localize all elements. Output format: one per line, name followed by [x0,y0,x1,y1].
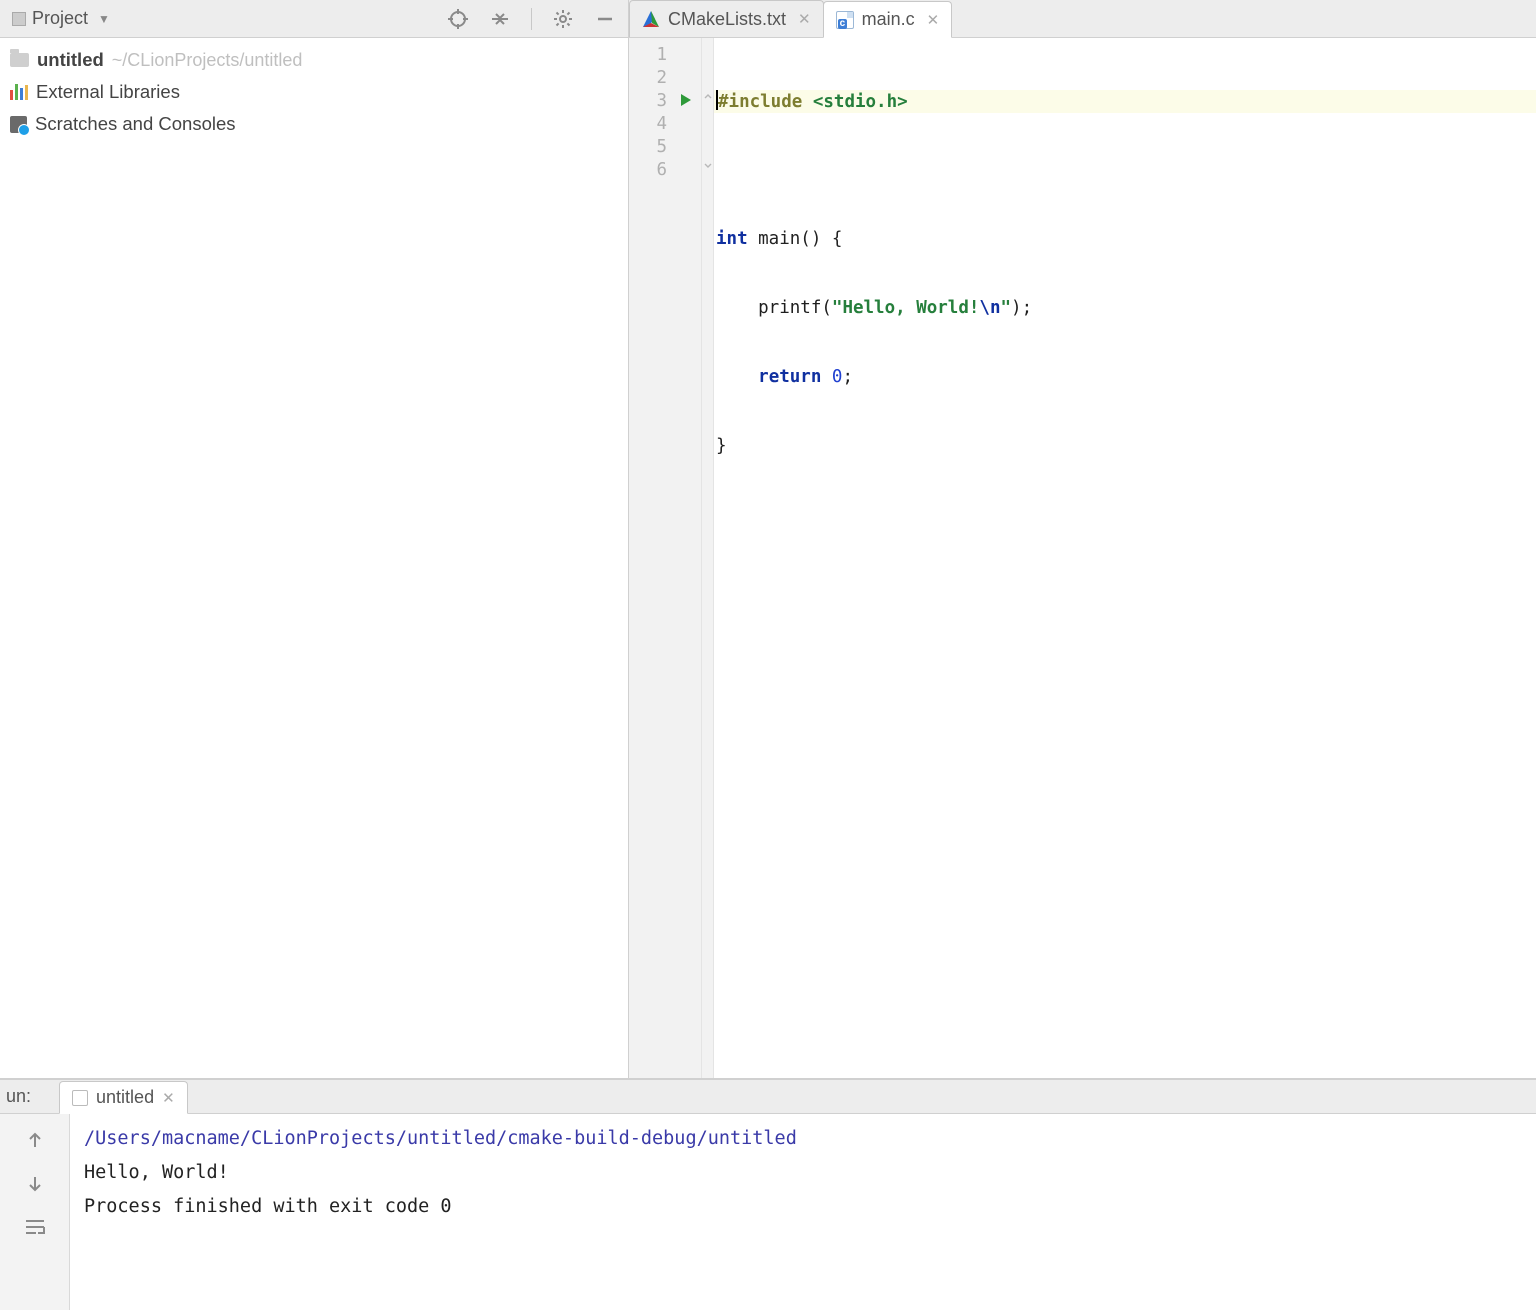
console-line: Hello, World! [84,1156,1522,1190]
line-number: 6 [629,159,701,182]
tree-item-external-libraries[interactable]: External Libraries [4,76,624,108]
down-arrow-icon[interactable] [25,1174,45,1194]
code-line: } [714,435,1536,458]
code-line: return 0; [714,366,1536,389]
project-title: Project [32,8,88,29]
library-icon [10,84,28,100]
code-line [714,159,1536,182]
line-number: 1 [629,44,701,67]
editor-area: CMakeLists.txt ✕ main.c ✕ 1 2 3 4 5 6 [629,0,1536,1078]
run-tool-window: un: untitled ✕ /Users/macname/CLionProje… [0,1079,1536,1310]
close-icon[interactable]: ✕ [798,10,811,28]
close-icon[interactable]: ✕ [927,11,940,29]
project-sidebar: Project ▼ [0,0,629,1078]
run-label: un: [0,1086,41,1113]
fold-end-icon[interactable] [703,161,713,171]
folder-icon [10,53,29,67]
close-icon[interactable]: ✕ [162,1089,175,1107]
console-line: Process finished with exit code 0 [84,1190,1522,1224]
project-path: ~/CLionProjects/untitled [112,50,303,70]
soft-wrap-icon[interactable] [24,1218,46,1236]
gear-icon[interactable] [552,8,574,30]
code-area: 1 2 3 4 5 6 #include <stdio.h> int main(… [629,38,1536,1078]
project-tools [447,8,622,30]
line-number: 3 [629,90,701,113]
run-gutter-icon[interactable] [681,94,691,106]
ide-window: Project ▼ [0,0,1536,1310]
code-line: #include <stdio.h> [714,90,1536,113]
line-number: 5 [629,136,701,159]
project-tool-header: Project ▼ [0,0,628,38]
code-line: printf("Hello, World!\n"); [714,297,1536,320]
scratches-label: Scratches and Consoles [35,108,236,140]
scratch-icon [10,116,27,133]
upper-split: Project ▼ [0,0,1536,1079]
tree-item-scratches[interactable]: Scratches and Consoles [4,108,624,140]
run-config-icon [72,1090,88,1106]
locate-icon[interactable] [447,8,469,30]
project-dropdown[interactable]: Project ▼ [6,8,116,29]
c-file-icon [836,11,854,29]
fold-start-icon[interactable] [703,92,713,102]
tab-main-c[interactable]: main.c ✕ [823,1,953,38]
cmake-icon [642,10,660,28]
run-tab-bar: un: untitled ✕ [0,1080,1536,1114]
run-config-tab[interactable]: untitled ✕ [59,1081,188,1114]
minimize-icon[interactable] [594,8,616,30]
code-editor[interactable]: #include <stdio.h> int main() { printf("… [714,38,1536,1078]
tab-cmakelists[interactable]: CMakeLists.txt ✕ [629,0,824,37]
collapse-all-icon[interactable] [489,8,511,30]
project-name: untitled [37,49,104,70]
line-number-gutter[interactable]: 1 2 3 4 5 6 [629,38,702,1078]
line-number: 2 [629,67,701,90]
run-config-name: untitled [96,1087,154,1108]
tab-label: main.c [862,9,915,30]
project-view-icon [12,12,26,26]
project-tree: untitled ~/CLionProjects/untitled Externa… [0,38,628,146]
tree-item-project[interactable]: untitled ~/CLionProjects/untitled [4,44,624,76]
external-libraries-label: External Libraries [36,76,180,108]
tab-label: CMakeLists.txt [668,9,786,30]
console-line-path: /Users/macname/CLionProjects/untitled/cm… [84,1122,1522,1156]
up-arrow-icon[interactable] [25,1130,45,1150]
line-number: 4 [629,113,701,136]
run-toolbar [0,1114,70,1310]
code-line: int main() { [714,228,1536,251]
fold-column[interactable] [702,38,714,1078]
console-output[interactable]: /Users/macname/CLionProjects/untitled/cm… [70,1114,1536,1310]
run-body: /Users/macname/CLionProjects/untitled/cm… [0,1114,1536,1310]
separator [531,8,532,30]
editor-tabs: CMakeLists.txt ✕ main.c ✕ [629,0,1536,38]
chevron-down-icon: ▼ [98,12,110,26]
